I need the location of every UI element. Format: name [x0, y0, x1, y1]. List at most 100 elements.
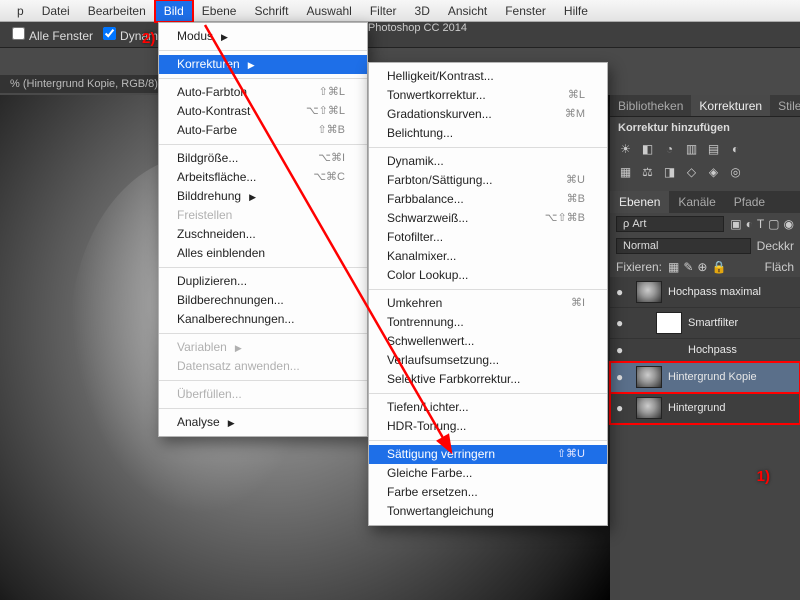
document-tab[interactable]: % (Hintergrund Kopie, RGB/8): [0, 75, 168, 93]
adjustment-icon[interactable]: ◐: [728, 142, 743, 156]
korr-gradationskurven-[interactable]: Gradationskurven...⌘M: [369, 105, 607, 124]
layers-panel: EbenenKanälePfade ρ Art ▣◐T▢◉ Normal Dec…: [610, 191, 800, 424]
visibility-icon[interactable]: ●: [616, 316, 630, 330]
korr-dynamik-[interactable]: Dynamik...: [369, 152, 607, 171]
korr-gleiche-farbe-[interactable]: Gleiche Farbe...: [369, 464, 607, 483]
menu-hilfe[interactable]: Hilfe: [555, 0, 597, 22]
korr-belichtung-[interactable]: Belichtung...: [369, 124, 607, 143]
layer-filter-kind[interactable]: ρ Art: [616, 216, 724, 232]
bild-bildberechnungen-[interactable]: Bildberechnungen...: [159, 291, 367, 310]
adjustment-icon[interactable]: ◇: [684, 165, 699, 179]
korr-farbe-ersetzen-[interactable]: Farbe ersetzen...: [369, 483, 607, 502]
lock-label: Fixieren:: [616, 260, 662, 274]
blend-mode-select[interactable]: Normal: [616, 238, 751, 254]
panel-tab-stile[interactable]: Stile: [770, 95, 800, 116]
menu-ebene[interactable]: Ebene: [193, 0, 246, 22]
options-bar: Alle Fenster Dynamischer: [0, 22, 800, 48]
adjustment-icon[interactable]: ◎: [728, 165, 743, 179]
korr-selektive-farbkorrektur-[interactable]: Selektive Farbkorrektur...: [369, 370, 607, 389]
adjustment-icon[interactable]: ▥: [684, 142, 699, 156]
layer-filter-icon[interactable]: ▣: [730, 217, 741, 231]
adjustment-icon[interactable]: ◈: [706, 165, 721, 179]
panel-tab-korrekturen[interactable]: Korrekturen: [691, 95, 770, 116]
visibility-icon[interactable]: ●: [616, 401, 630, 415]
menu-filter[interactable]: Filter: [361, 0, 406, 22]
layer-thumbnail: [636, 397, 662, 419]
layers-tab-kanäle[interactable]: Kanäle: [669, 191, 724, 213]
korr-tonwertkorrektur-[interactable]: Tonwertkorrektur...⌘L: [369, 86, 607, 105]
bild-zuschneiden-[interactable]: Zuschneiden...: [159, 225, 367, 244]
menu-bearbeiten[interactable]: Bearbeiten: [79, 0, 155, 22]
korr-farbton-s-ttigung-[interactable]: Farbton/Sättigung...⌘U: [369, 171, 607, 190]
visibility-icon[interactable]: ●: [616, 370, 630, 384]
korr-schwellenwert-[interactable]: Schwellenwert...: [369, 332, 607, 351]
layer-filter-icon[interactable]: ◐: [746, 217, 753, 231]
menu-auswahl[interactable]: Auswahl: [297, 0, 360, 22]
menu-datei[interactable]: Datei: [33, 0, 79, 22]
bild-auto-farbton[interactable]: Auto-Farbton⇧⌘L: [159, 83, 367, 102]
bild-analyse[interactable]: Analyse: [159, 413, 367, 432]
bild-kanalberechnungen-[interactable]: Kanalberechnungen...: [159, 310, 367, 329]
bild--berf-llen-: Überfüllen...: [159, 385, 367, 404]
layer-row[interactable]: ●Hochpass maximal: [610, 277, 800, 308]
layer-row[interactable]: ●Hintergrund: [610, 393, 800, 424]
korr-schwarzwei-[interactable]: Schwarzweiß...⌥⇧⌘B: [369, 209, 607, 228]
layer-row[interactable]: ●Smartfilter: [610, 308, 800, 339]
korr-kanalmixer-[interactable]: Kanalmixer...: [369, 247, 607, 266]
layer-thumbnail: [656, 312, 682, 334]
panel-tab-bibliotheken[interactable]: Bibliotheken: [610, 95, 691, 116]
all-windows-checkbox[interactable]: Alle Fenster: [12, 27, 93, 43]
bild-auto-kontrast[interactable]: Auto-Kontrast⌥⇧⌘L: [159, 102, 367, 121]
menu-p[interactable]: p: [8, 0, 33, 22]
bild-korrekturen[interactable]: Korrekturen: [159, 55, 367, 74]
menu-korrekturen: Helligkeit/Kontrast...Tonwertkorrektur..…: [368, 62, 608, 526]
bild-duplizieren-[interactable]: Duplizieren...: [159, 272, 367, 291]
korr-tiefen-lichter-[interactable]: Tiefen/Lichter...: [369, 398, 607, 417]
bild-modus[interactable]: Modus: [159, 27, 367, 46]
adjustments-heading: Korrektur hinzufügen: [610, 117, 800, 139]
layers-tab-ebenen[interactable]: Ebenen: [610, 191, 669, 213]
menu-bild: Modus Korrekturen Auto-Farbton⇧⌘LAuto-Kont…: [158, 22, 368, 437]
visibility-icon[interactable]: ●: [616, 285, 630, 299]
bild-alles-einblenden[interactable]: Alles einblenden: [159, 244, 367, 263]
korr-hdr-tonung-[interactable]: HDR-Tonung...: [369, 417, 607, 436]
bild-auto-farbe[interactable]: Auto-Farbe⇧⌘B: [159, 121, 367, 140]
bild-bilddrehung[interactable]: Bilddrehung: [159, 187, 367, 206]
bild-bildgr-e-[interactable]: Bildgröße...⌥⌘I: [159, 149, 367, 168]
korr-farbbalance-[interactable]: Farbbalance...⌘B: [369, 190, 607, 209]
layers-tab-pfade[interactable]: Pfade: [725, 191, 774, 213]
korr-verlaufsumsetzung-[interactable]: Verlaufsumsetzung...: [369, 351, 607, 370]
menu-ansicht[interactable]: Ansicht: [439, 0, 496, 22]
menu-schrift[interactable]: Schrift: [245, 0, 297, 22]
bild-datensatz-anwenden-: Datensatz anwenden...: [159, 357, 367, 376]
lock-icon[interactable]: ⊕: [697, 260, 707, 274]
layer-filter-icon[interactable]: ◉: [784, 217, 794, 231]
menu-bild[interactable]: Bild: [155, 0, 193, 22]
adjustment-icon[interactable]: ▦: [618, 165, 633, 179]
korr-color-lookup-[interactable]: Color Lookup...: [369, 266, 607, 285]
layer-row[interactable]: ●Hintergrund Kopie: [610, 362, 800, 393]
menu-fenster[interactable]: Fenster: [496, 0, 555, 22]
visibility-icon[interactable]: ●: [616, 343, 630, 357]
korr-helligkeit-kontrast-[interactable]: Helligkeit/Kontrast...: [369, 67, 607, 86]
menu-3d[interactable]: 3D: [406, 0, 439, 22]
bild-arbeitsfl-che-[interactable]: Arbeitsfläche...⌥⌘C: [159, 168, 367, 187]
korr-tontrennung-[interactable]: Tontrennung...: [369, 313, 607, 332]
adjustment-icon[interactable]: ▤: [706, 142, 721, 156]
adjustment-icon[interactable]: ◧: [640, 142, 655, 156]
layer-filter-icon[interactable]: ▢: [768, 217, 779, 231]
korr-fotofilter-[interactable]: Fotofilter...: [369, 228, 607, 247]
adjustment-icon[interactable]: ☀: [618, 142, 633, 156]
adjustment-icon[interactable]: ◨: [662, 165, 677, 179]
adjustment-icon[interactable]: ⚖: [640, 165, 655, 179]
korr-umkehren[interactable]: Umkehren⌘I: [369, 294, 607, 313]
korr-s-ttigung-verringern[interactable]: Sättigung verringern⇧⌘U: [369, 445, 607, 464]
lock-icon[interactable]: 🔒: [711, 260, 726, 274]
lock-icon[interactable]: ✎: [683, 260, 693, 274]
korr-tonwertangleichung[interactable]: Tonwertangleichung: [369, 502, 607, 521]
layer-name: Hochpass: [688, 344, 794, 356]
adjustment-icon[interactable]: ◔: [662, 142, 677, 156]
lock-icon[interactable]: ▦: [668, 260, 679, 274]
layer-filter-icon[interactable]: T: [757, 217, 764, 231]
layer-row[interactable]: ● Hochpass: [610, 339, 800, 362]
